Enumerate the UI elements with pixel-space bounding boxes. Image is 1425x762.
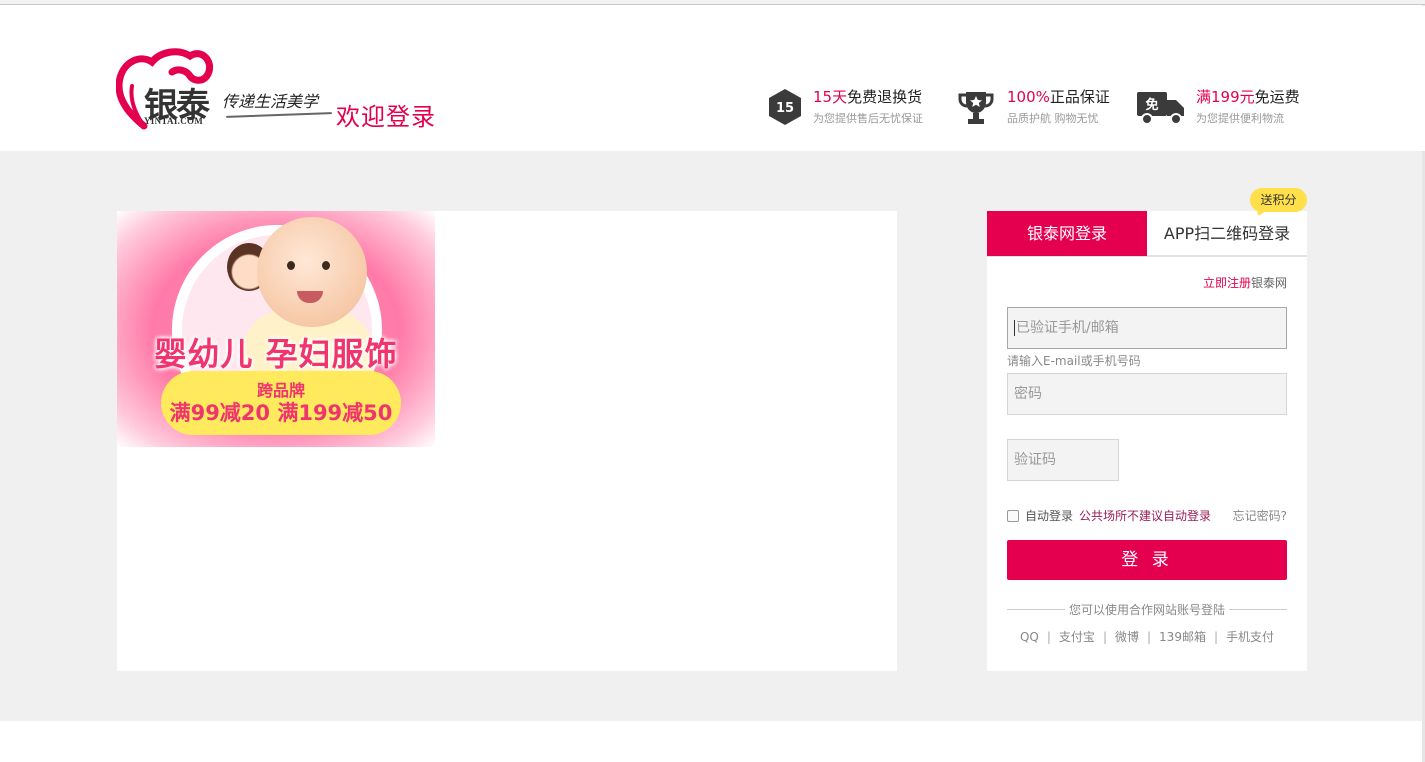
account-hint: 请输入E-mail或手机号码 bbox=[1007, 354, 1141, 368]
partner-weibo-link[interactable]: 微博 bbox=[1115, 630, 1139, 644]
partner-mobile-pay-link[interactable]: 手机支付 bbox=[1226, 630, 1274, 644]
tab-yintai-login[interactable]: 银泰网登录 bbox=[987, 211, 1147, 256]
banner-baby-eye bbox=[322, 261, 330, 270]
captcha-input[interactable]: 验证码 bbox=[1007, 439, 1119, 481]
banner-offer-detail: 满99减20 满199减50 bbox=[169, 401, 393, 425]
promo-free-shipping: 免 满199元免运费 为您提供便利物流 bbox=[1136, 86, 1311, 134]
partner-139mail-link[interactable]: 139邮箱 bbox=[1159, 630, 1206, 644]
tab-app-qr-login[interactable]: APP扫二维码登录 bbox=[1147, 211, 1307, 256]
partner-alipay-link[interactable]: 支付宝 bbox=[1059, 630, 1095, 644]
promo-title: 15天免费退换货 bbox=[813, 88, 923, 106]
promo-subtitle: 为您提供售后无忧保证 bbox=[813, 112, 923, 125]
auto-login-checkbox[interactable] bbox=[1007, 510, 1019, 522]
public-place-warning: 公共场所不建议自动登录 bbox=[1079, 509, 1212, 523]
separator: | bbox=[1046, 630, 1051, 644]
page-title: 欢迎登录 bbox=[336, 103, 436, 131]
partner-qq-link[interactable]: QQ bbox=[1020, 630, 1039, 644]
promo-genuine: 100%正品保证 品质护航 购物无忧 bbox=[958, 86, 1118, 134]
promo-free-return: 15 15天免费退换货 为您提供售后无忧保证 bbox=[768, 86, 938, 134]
return-badge-number: 15 bbox=[776, 101, 794, 116]
text-caret bbox=[1014, 320, 1015, 336]
return-15-icon: 15 bbox=[769, 89, 801, 125]
promo-subtitle: 为您提供便利物流 bbox=[1196, 112, 1284, 125]
password-input[interactable]: 密码 bbox=[1007, 373, 1287, 415]
promo-subtitle: 品质护航 购物无忧 bbox=[1007, 112, 1099, 125]
shipping-badge-text: 免 bbox=[1145, 97, 1158, 113]
register-link[interactable]: 立即注册 bbox=[1203, 276, 1251, 290]
yintai-logo[interactable]: 银泰 YINTAI.COM bbox=[116, 48, 216, 130]
partner-login-list: QQ | 支付宝 | 微博 | 139邮箱 | 手机支付 bbox=[987, 628, 1307, 645]
trophy-icon bbox=[958, 92, 994, 124]
register-prompt: 立即注册银泰网 bbox=[1203, 274, 1287, 291]
browser-top-edge bbox=[0, 0, 1425, 5]
login-button[interactable]: 登 录 bbox=[1007, 540, 1287, 580]
forgot-password-link[interactable]: 忘记密码? bbox=[1233, 507, 1287, 524]
brand-slogan: 传递生活美学 bbox=[222, 92, 319, 111]
separator: | bbox=[1213, 630, 1218, 644]
login-panel: 银泰网登录 APP扫二维码登录 立即注册银泰网 已验证手机/邮箱 请输入E-ma… bbox=[987, 211, 1307, 671]
auto-login-label[interactable]: 自动登录 bbox=[1025, 509, 1073, 523]
account-input[interactable]: 已验证手机/邮箱 bbox=[1007, 307, 1287, 349]
partner-login-title: 您可以使用合作网站账号登陆 bbox=[1068, 603, 1225, 617]
register-suffix: 银泰网 bbox=[1250, 276, 1287, 290]
auto-login-row: 自动登录 公共场所不建议自动登录 bbox=[1007, 507, 1211, 524]
promo-title: 满199元免运费 bbox=[1196, 88, 1300, 106]
banner-title: 婴幼儿 孕妇服饰 bbox=[154, 335, 398, 373]
banner-baby-eye bbox=[287, 261, 295, 270]
banner-baby-image bbox=[257, 217, 367, 327]
separator: | bbox=[1147, 630, 1152, 644]
logo-english-text: YINTAI.COM bbox=[144, 116, 204, 126]
promo-banner[interactable]: 婴幼儿 孕妇服饰 跨品牌 满99减20 满199减50 bbox=[117, 211, 435, 447]
truck-icon: 免 bbox=[1137, 92, 1184, 125]
tab-divider bbox=[987, 256, 1307, 257]
promo-title: 100%正品保证 bbox=[1007, 88, 1110, 106]
separator: | bbox=[1102, 630, 1107, 644]
